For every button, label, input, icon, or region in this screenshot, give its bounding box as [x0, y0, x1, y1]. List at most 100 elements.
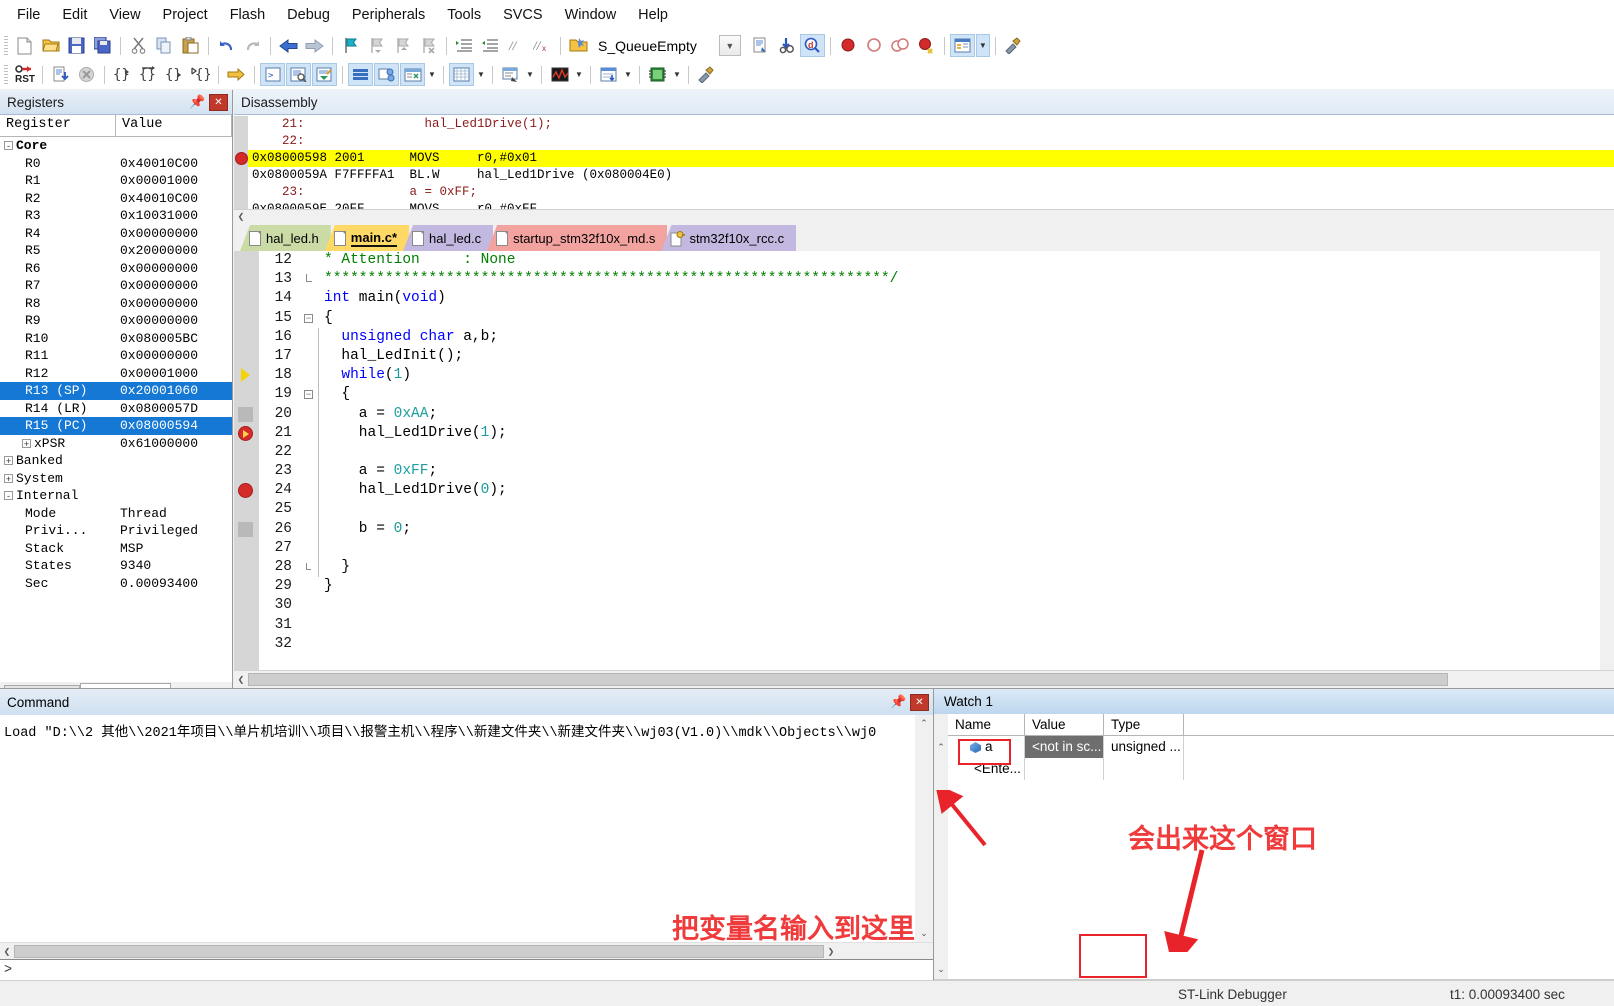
register-row[interactable]: R80x00000000	[0, 295, 232, 313]
expand-icon[interactable]: +	[4, 474, 13, 483]
system-viewer-arrow-icon[interactable]: ▼	[671, 63, 683, 86]
stop-icon[interactable]	[74, 63, 99, 86]
register-row[interactable]: R40x00000000	[0, 225, 232, 243]
disassembly-hscrollbar[interactable]: ❮	[234, 209, 1614, 223]
register-row[interactable]: +System	[0, 470, 232, 488]
code-line[interactable]: 13**************************************…	[259, 270, 1600, 289]
menu-item-help[interactable]: Help	[627, 3, 679, 27]
register-row[interactable]: R60x00000000	[0, 260, 232, 278]
register-row[interactable]: R70x00000000	[0, 277, 232, 295]
watch-value-cell[interactable]	[1025, 758, 1104, 780]
editor-breakpoint-gutter[interactable]	[234, 251, 259, 670]
code-line[interactable]: 25	[259, 500, 1600, 519]
copy-icon[interactable]	[152, 34, 177, 57]
undo-icon[interactable]	[214, 34, 239, 57]
current-statement-arrow-icon[interactable]	[238, 368, 255, 383]
register-row[interactable]: -Internal	[0, 487, 232, 505]
redo-icon[interactable]	[240, 34, 265, 57]
scroll-up-icon[interactable]: ⌃	[934, 714, 948, 753]
code-line[interactable]: 26 b = 0;	[259, 520, 1600, 539]
menu-item-view[interactable]: View	[98, 3, 151, 27]
scroll-up-icon[interactable]: ⌃	[915, 715, 933, 732]
disassembly-line[interactable]: 23: a = 0xFF;	[248, 184, 1614, 201]
scroll-left-icon[interactable]: ❮	[234, 675, 248, 684]
code-line[interactable]: 28 }	[259, 558, 1600, 577]
scrollbar-thumb[interactable]	[14, 945, 824, 958]
watch-value-cell[interactable]: <not in sc...	[1025, 736, 1104, 758]
cut-icon[interactable]	[126, 34, 151, 57]
register-row[interactable]: R13 (SP)0x20001060	[0, 382, 232, 400]
code-line[interactable]: 12* Attention : None	[259, 251, 1600, 270]
collapse-icon[interactable]: -	[4, 491, 13, 500]
expand-icon[interactable]: +	[22, 439, 31, 448]
pin-icon[interactable]: 📌	[190, 94, 205, 110]
register-row[interactable]: R120x00001000	[0, 365, 232, 383]
chevron-down-icon[interactable]: ▼	[719, 35, 741, 56]
code-line[interactable]: 24 hal_Led1Drive(0);	[259, 481, 1600, 500]
scroll-left-icon[interactable]: ❮	[234, 212, 248, 221]
disassembly-line[interactable]: 22:	[248, 133, 1614, 150]
bookmark-toggle-icon[interactable]	[338, 34, 363, 57]
debug-find-icon[interactable]: d	[800, 34, 825, 57]
reset-icon[interactable]: RST	[12, 63, 37, 86]
trace-window-icon[interactable]	[596, 63, 621, 86]
kill-all-breakpoints-icon[interactable]	[888, 34, 913, 57]
editor-tab-startup-stm32f10x-md-s[interactable]: startup_stm32f10x_md.s	[487, 225, 667, 251]
disassembly-line[interactable]: 0x08000598 2001 MOVS r0,#0x01	[248, 150, 1614, 167]
register-row[interactable]: StackMSP	[0, 540, 232, 558]
find-in-files-icon[interactable]	[774, 34, 799, 57]
toolbar-grip[interactable]	[4, 36, 8, 56]
register-row[interactable]: R00x40010C00	[0, 155, 232, 173]
register-row[interactable]: R20x40010C00	[0, 190, 232, 208]
register-row[interactable]: -Core	[0, 137, 232, 155]
editor-tab-hal-led-h[interactable]: hal_led.h	[240, 225, 331, 251]
register-row[interactable]: R110x00000000	[0, 347, 232, 365]
forward-icon[interactable]	[302, 34, 327, 57]
register-row[interactable]: +Banked	[0, 452, 232, 470]
menu-item-svcs[interactable]: SVCS	[492, 3, 554, 27]
open-file-icon[interactable]	[38, 34, 63, 57]
editor-horizontal-scrollbar[interactable]: ❮	[234, 670, 1614, 688]
register-row[interactable]: ModeThread	[0, 505, 232, 523]
code-line[interactable]: 23 a = 0xFF;	[259, 462, 1600, 481]
code-coverage-marker-icon[interactable]	[238, 407, 255, 422]
target-selector[interactable]: S_QueueEmpty ▼	[594, 35, 741, 57]
save-icon[interactable]	[64, 34, 89, 57]
build-output-icon[interactable]	[748, 34, 773, 57]
menu-item-flash[interactable]: Flash	[219, 3, 276, 27]
editor-code-area[interactable]: 12* Attention : None13******************…	[259, 251, 1600, 670]
scroll-down-icon[interactable]: ⌄	[934, 964, 948, 975]
code-line[interactable]: 21 hal_Led1Drive(1);	[259, 424, 1600, 443]
register-row[interactable]: +xPSR0x61000000	[0, 435, 232, 453]
comment-icon[interactable]: //	[504, 34, 529, 57]
save-all-icon[interactable]	[90, 34, 115, 57]
editor-tab-hal-led-c[interactable]: hal_led.c	[403, 225, 493, 251]
code-line[interactable]: 30	[259, 596, 1600, 615]
code-line[interactable]: 16 unsigned char a,b;	[259, 328, 1600, 347]
trace-arrow-icon[interactable]: ▼	[622, 63, 634, 86]
registers-tree[interactable]: Register Value -CoreR00x40010C00R10x0000…	[0, 115, 232, 688]
fold-toggle-icon[interactable]: −	[301, 385, 316, 404]
back-icon[interactable]	[276, 34, 301, 57]
outdent-icon[interactable]	[478, 34, 503, 57]
serial-window-icon[interactable]	[498, 63, 523, 86]
menu-item-file[interactable]: File	[6, 3, 51, 27]
disassembly-body[interactable]: 21: hal_Led1Drive(1); 22:0x08000598 2001…	[234, 115, 1614, 223]
editor-tab-stm32f10x-rcc-c[interactable]: stm32f10x_rcc.c	[661, 225, 796, 251]
code-line[interactable]: 22	[259, 443, 1600, 462]
breakpoint-icon[interactable]	[235, 152, 248, 165]
step-icon[interactable]: {}	[110, 63, 135, 86]
code-line[interactable]: 19− {	[259, 385, 1600, 404]
register-row[interactable]: R90x00000000	[0, 312, 232, 330]
registers-window-icon[interactable]	[348, 63, 373, 86]
register-row[interactable]: R100x080005BC	[0, 330, 232, 348]
code-line[interactable]: 27	[259, 539, 1600, 558]
code-coverage-marker-icon[interactable]	[238, 522, 255, 537]
fold-toggle-icon[interactable]	[301, 270, 316, 289]
close-icon[interactable]: ✕	[209, 94, 228, 111]
manage-windows-arrow-icon[interactable]: ▼	[976, 34, 990, 57]
disassembly-line[interactable]: 21: hal_Led1Drive(1);	[248, 116, 1614, 133]
menu-item-tools[interactable]: Tools	[436, 3, 492, 27]
disable-breakpoint-icon[interactable]	[862, 34, 887, 57]
code-line[interactable]: 31	[259, 616, 1600, 635]
